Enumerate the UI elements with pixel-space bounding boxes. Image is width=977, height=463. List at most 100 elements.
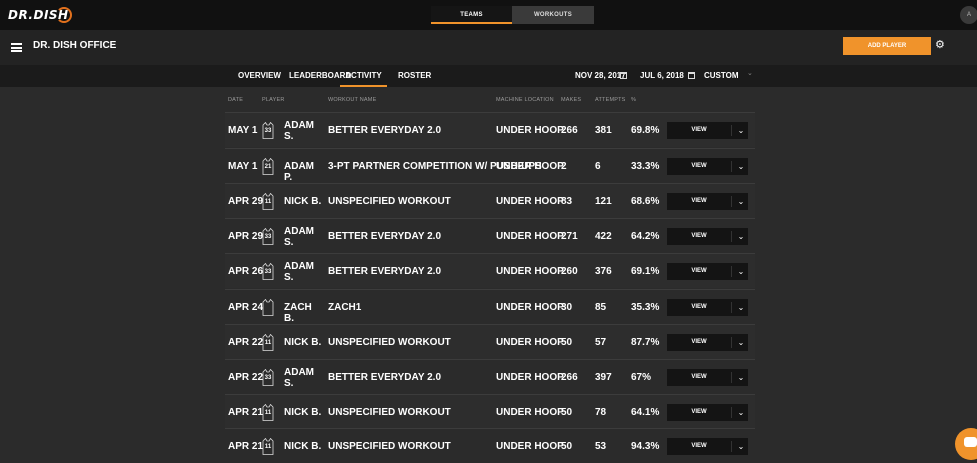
jersey-icon: 11 xyxy=(262,334,274,351)
logo[interactable]: Dr.Dish xyxy=(8,6,74,24)
view-button[interactable]: VIEW ⌄ xyxy=(667,193,748,210)
chevron-down-icon[interactable]: ⌄ xyxy=(734,228,748,245)
percent-value: 64.1% xyxy=(631,407,660,418)
view-button[interactable]: VIEW ⌄ xyxy=(667,158,748,175)
attempts-value: 57 xyxy=(595,337,607,348)
percent-value: 67% xyxy=(631,372,652,383)
date-cell: APR 29 xyxy=(228,231,264,242)
gear-icon[interactable]: ⚙ xyxy=(935,40,946,51)
percent-value: 35.3% xyxy=(631,302,660,313)
date-cell: MAY 1 xyxy=(228,161,258,172)
view-button[interactable]: VIEW ⌄ xyxy=(667,122,748,139)
chevron-down-icon[interactable]: ⌄ xyxy=(747,69,753,77)
view-button-label: VIEW xyxy=(691,443,707,449)
jersey-number: 11 xyxy=(264,340,272,346)
view-button[interactable]: VIEW ⌄ xyxy=(667,263,748,280)
player-name[interactable]: ZACH B. xyxy=(284,302,324,324)
column-header-makes: MAKES xyxy=(561,97,582,103)
jersey-number: 33 xyxy=(264,234,272,240)
chevron-down-icon[interactable]: ⌄ xyxy=(734,334,748,351)
table-row[interactable]: APR 29 33 ADAM S. BETTER EVERYDAY 2.0 UNDER … xyxy=(225,218,755,253)
chevron-down-icon[interactable]: ⌄ xyxy=(734,299,748,316)
player-name[interactable]: NICK B. xyxy=(284,196,324,207)
header-bar: DR. DISH OFFICE ADD PLAYER ⚙ xyxy=(0,30,977,65)
tab-workouts[interactable]: Workouts xyxy=(512,6,594,24)
machine-location: UNDER HOOP xyxy=(496,337,564,348)
divider xyxy=(731,302,732,313)
tab-roster[interactable]: ROSTER xyxy=(398,65,431,87)
avatar[interactable]: A xyxy=(960,6,977,24)
player-name[interactable]: ADAM S. xyxy=(284,367,324,389)
jersey-icon: 33 xyxy=(262,263,274,280)
page-title: DR. DISH OFFICE xyxy=(33,40,117,51)
jersey-number: 21 xyxy=(264,164,272,170)
chevron-down-icon[interactable]: ⌄ xyxy=(734,404,748,421)
view-button-label: VIEW xyxy=(691,304,707,310)
machine-location: UNDER HOOP xyxy=(496,125,564,136)
calendar-icon[interactable] xyxy=(620,72,627,79)
makes-value: 50 xyxy=(561,337,573,348)
machine-location: UNDER HOOP xyxy=(496,231,564,242)
player-name[interactable]: NICK B. xyxy=(284,441,324,452)
machine-location: UNDER HOOP xyxy=(496,302,564,313)
subnav-bar: OVERVIEW LEADERBOARD ACTIVITY ROSTER NOV… xyxy=(0,65,977,87)
start-date[interactable]: NOV 28, 2017 xyxy=(575,65,626,87)
date-cell: APR 26 xyxy=(228,266,264,277)
player-name[interactable]: ADAM P. xyxy=(284,161,324,183)
makes-value: 50 xyxy=(561,407,573,418)
player-name[interactable]: ADAM S. xyxy=(284,261,324,283)
divider xyxy=(731,441,732,452)
view-button[interactable]: VIEW ⌄ xyxy=(667,228,748,245)
player-name[interactable]: ADAM S. xyxy=(284,226,324,248)
percent-value: 69.1% xyxy=(631,266,660,277)
attempts-value: 381 xyxy=(595,125,612,136)
view-button[interactable]: VIEW ⌄ xyxy=(667,438,748,455)
divider xyxy=(731,196,732,207)
divider xyxy=(731,161,732,172)
jersey-icon: 33 xyxy=(262,122,274,139)
date-cell: APR 21 xyxy=(228,407,264,418)
chevron-down-icon[interactable]: ⌄ xyxy=(734,263,748,280)
table-row[interactable]: APR 21 11 NICK B. UNSPECIFIED WORKOUT UNDER … xyxy=(225,428,755,463)
date-range-select[interactable]: CUSTOM xyxy=(704,65,739,87)
machine-location: UNDER HOOP xyxy=(496,407,564,418)
table-row[interactable]: APR 26 33 ADAM S. BETTER EVERYDAY 2.0 UNDER … xyxy=(225,253,755,288)
table-row[interactable]: APR 29 11 NICK B. UNSPECIFIED WORKOUT UNDER … xyxy=(225,183,755,218)
player-name[interactable]: NICK B. xyxy=(284,407,324,418)
table-row[interactable]: APR 24 ZACH B. ZACH1 UNDER HOOP 30 85 35.3% VIE… xyxy=(225,289,755,324)
table-row[interactable]: APR 22 33 ADAM S. BETTER EVERYDAY 2.0 UNDER … xyxy=(225,359,755,394)
table-row[interactable]: APR 21 11 NICK B. UNSPECIFIED WORKOUT UNDER … xyxy=(225,394,755,429)
chevron-down-icon[interactable]: ⌄ xyxy=(734,438,748,455)
player-name[interactable]: ADAM S. xyxy=(284,120,324,142)
table-row[interactable]: MAY 1 33 ADAM S. BETTER EVERYDAY 2.0 UNDER H… xyxy=(225,112,755,147)
add-player-button[interactable]: ADD PLAYER xyxy=(843,37,931,55)
chat-button[interactable] xyxy=(955,428,977,460)
player-name[interactable]: NICK B. xyxy=(284,337,324,348)
table-row[interactable]: MAY 1 21 ADAM P. 3-PT PARTNER COMPETITION W… xyxy=(225,148,755,183)
view-button-label: VIEW xyxy=(691,233,707,239)
jersey-icon: 11 xyxy=(262,438,274,455)
attempts-value: 422 xyxy=(595,231,612,242)
tab-overview[interactable]: OVERVIEW xyxy=(238,65,281,87)
hamburger-menu-icon[interactable] xyxy=(11,43,22,52)
table-row[interactable]: APR 22 11 NICK B. UNSPECIFIED WORKOUT UNDER … xyxy=(225,324,755,359)
divider xyxy=(731,372,732,383)
tab-activity[interactable]: ACTIVITY xyxy=(340,65,387,87)
chevron-down-icon[interactable]: ⌄ xyxy=(734,193,748,210)
attempts-value: 85 xyxy=(595,302,607,313)
chevron-down-icon[interactable]: ⌄ xyxy=(734,158,748,175)
date-cell: APR 29 xyxy=(228,196,264,207)
divider xyxy=(731,125,732,136)
calendar-icon[interactable] xyxy=(688,72,695,79)
makes-value: 83 xyxy=(561,196,573,207)
view-button[interactable]: VIEW ⌄ xyxy=(667,334,748,351)
view-button[interactable]: VIEW ⌄ xyxy=(667,299,748,316)
chevron-down-icon[interactable]: ⌄ xyxy=(734,369,748,386)
end-date[interactable]: JUL 6, 2018 xyxy=(640,65,684,87)
view-button[interactable]: VIEW ⌄ xyxy=(667,369,748,386)
tab-teams[interactable]: Teams xyxy=(431,6,512,24)
workout-name: UNSPECIFIED WORKOUT xyxy=(328,441,451,452)
view-button[interactable]: VIEW ⌄ xyxy=(667,404,748,421)
chevron-down-icon[interactable]: ⌄ xyxy=(734,122,748,139)
machine-location: UNDER HOOP xyxy=(496,441,564,452)
